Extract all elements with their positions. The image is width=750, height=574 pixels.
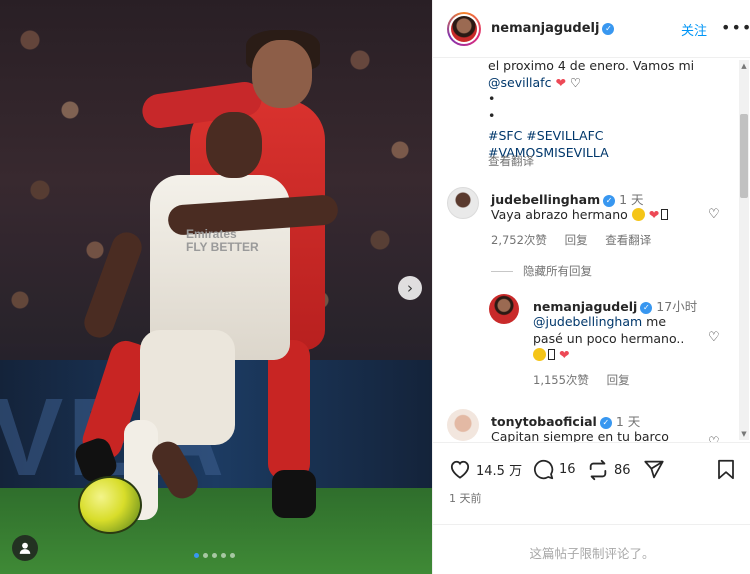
repost-icon [589, 459, 607, 481]
emoji [533, 348, 546, 361]
see-translation-link[interactable]: 查看翻译 [605, 233, 651, 247]
heart-icon [450, 460, 470, 479]
caption-hashtags[interactable]: #SFC #SEVILLAFC [488, 128, 728, 145]
post-date[interactable]: 1 天前 [449, 490, 482, 506]
white-heart-emoji: ♡ [569, 74, 582, 90]
reply-likes[interactable]: 1,155次赞 [533, 373, 589, 387]
reply-text: @judebellingham me pasé un poco hermano.… [533, 314, 685, 362]
post-caption: el proximo 4 de enero. Vamos mi @sevilla… [488, 58, 728, 161]
comment-count: 16 [559, 462, 576, 477]
carousel-dot [194, 553, 199, 558]
football [78, 476, 142, 534]
post-photo[interactable]: VEA Emirates FLY BETTER › [0, 0, 432, 574]
scrollbar-thumb[interactable] [740, 114, 748, 198]
red-heart-emoji: ❤ [558, 347, 570, 362]
comment-meta: 2,752次赞 回复 查看翻译 [491, 232, 665, 248]
more-horizontal-icon[interactable]: ••• [721, 18, 750, 37]
commenter-avatar[interactable] [447, 187, 479, 219]
reply-button[interactable]: 回复 [607, 373, 630, 387]
red-heart-emoji: ❤ [648, 207, 660, 222]
pitch-grass [0, 488, 432, 574]
comment-likes[interactable]: 2,752次赞 [491, 233, 547, 247]
caption-bullet: • [488, 107, 496, 123]
missing-glyph-icon [548, 349, 555, 360]
commenter-avatar[interactable] [447, 409, 479, 441]
red-heart-emoji: ❤ [555, 74, 566, 90]
save-button[interactable] [717, 459, 735, 480]
comment-icon [534, 459, 554, 480]
boot [272, 470, 316, 518]
comments-restricted-notice: 这篇帖子限制评论了。 [433, 524, 750, 574]
scroll-up-icon[interactable]: ▲ [740, 62, 748, 70]
scrollbar[interactable]: ▲ ▼ [739, 60, 749, 440]
carousel-indicator [194, 553, 235, 558]
chevron-right-icon: › [407, 278, 413, 297]
shirt-sponsor-text: Emirates FLY BETTER [186, 227, 259, 254]
like-comment-icon[interactable]: ♡ [708, 207, 720, 222]
comment-button[interactable]: 16 [533, 459, 576, 480]
comment-text: Vaya abrazo hermano ❤ [491, 207, 701, 224]
replier-username[interactable]: nemanjagudelj ✓ 17小时 [533, 296, 697, 315]
carousel-dot [230, 553, 235, 558]
post-header: nemanjagudelj ✓ 关注 ••• [433, 0, 750, 58]
comments-scroll-area[interactable]: el proximo 4 de enero. Vamos mi @sevilla… [433, 58, 750, 442]
comment-time: 1 天 [615, 414, 641, 429]
user-tag-icon [19, 542, 31, 554]
commenter-username[interactable]: judebellingham ✓ 1 天 [491, 189, 644, 208]
scroll-down-icon[interactable]: ▼ [740, 430, 748, 438]
verified-icon: ✓ [603, 194, 616, 207]
follow-button[interactable]: 关注 [681, 20, 707, 39]
missing-glyph-icon [661, 209, 669, 220]
verified-icon: ✓ [640, 301, 653, 314]
next-photo-button[interactable]: › [398, 276, 422, 300]
author-avatar[interactable] [447, 12, 481, 46]
caption-mention[interactable]: @sevillafc [488, 75, 551, 90]
send-icon [644, 460, 664, 479]
like-count[interactable]: 14.5 万 [476, 460, 522, 479]
see-translation-link[interactable]: 查看翻译 [488, 153, 534, 169]
emoji [631, 208, 645, 221]
share-button[interactable] [643, 459, 665, 480]
author-username[interactable]: nemanjagudelj ✓ [491, 21, 615, 36]
carousel-dot [203, 553, 208, 558]
like-button[interactable]: 14.5 万 [449, 459, 522, 479]
repost-count: 86 [614, 462, 631, 478]
comment-text: Capitan siempre en tu barco [491, 429, 669, 442]
verified-icon: ✓ [602, 22, 615, 35]
like-comment-icon[interactable]: ♡ [708, 435, 720, 442]
reply-meta: 1,155次赞 回复 [533, 372, 644, 388]
carousel-dot [212, 553, 217, 558]
bookmark-icon [718, 459, 734, 480]
post-side-panel: nemanjagudelj ✓ 关注 ••• el proximo 4 de en… [432, 0, 750, 574]
repost-button[interactable]: 86 [587, 459, 631, 481]
comment-time: 1 天 [619, 192, 644, 207]
reply-time: 17小时 [656, 299, 698, 314]
reply-button[interactable]: 回复 [565, 233, 588, 247]
reply-mention[interactable]: @judebellingham [533, 314, 642, 329]
carousel-dot [221, 553, 226, 558]
caption-bullet: • [488, 91, 496, 106]
verified-icon: ✓ [599, 416, 612, 429]
commenter-username[interactable]: tonytobaoficial ✓ 1 天 [491, 411, 640, 430]
like-comment-icon[interactable]: ♡ [708, 330, 720, 345]
tagged-users-button[interactable] [12, 535, 38, 561]
replier-avatar[interactable] [489, 294, 519, 324]
caption-text: el proximo 4 de enero. Vamos mi [488, 58, 695, 73]
hide-replies-toggle[interactable]: 隐藏所有回复 [491, 263, 592, 279]
